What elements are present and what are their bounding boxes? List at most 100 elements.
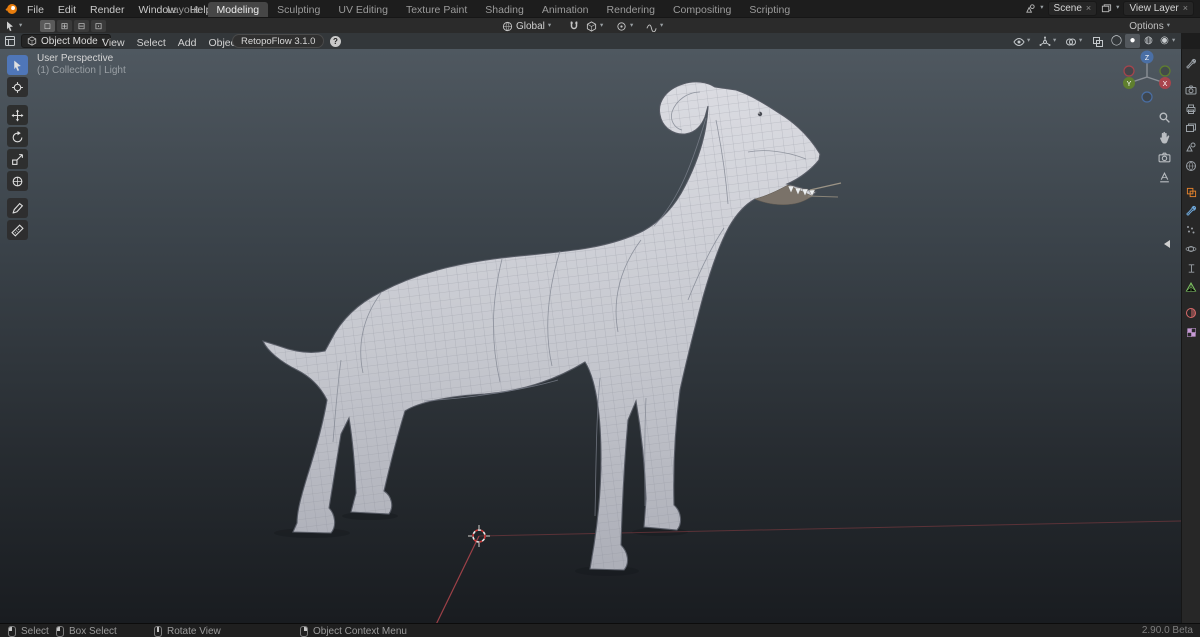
snap-target-icon (587, 21, 595, 30)
workspace-tabs: Layout Modeling Sculpting UV Editing Texture… (158, 0, 799, 19)
tool-rotate[interactable] (7, 127, 28, 147)
active-tool-dropdown[interactable]: ▾ (4, 19, 22, 33)
tool-move[interactable] (7, 105, 28, 125)
retopoflow-label: RetopoFlow 3.1.0 (241, 35, 316, 47)
transform-orientation-dropdown[interactable]: Global ▾ (502, 19, 551, 33)
3d-viewport[interactable] (0, 49, 1181, 623)
magnet-icon (571, 22, 578, 29)
top-menu-bar: File Edit Render Window Help Layout Modeling S… (0, 0, 1200, 19)
viewport-menus: View Select Add Object (96, 33, 245, 51)
world-globe-icon (1187, 162, 1196, 171)
options-chevron-icon: ▾ (1166, 21, 1170, 29)
perspective-toggle-button[interactable] (1157, 170, 1172, 185)
axis-z-negative[interactable] (1141, 91, 1153, 103)
gizmos-toggle[interactable] (1038, 35, 1051, 48)
select-mode-intersect-button[interactable]: ⊡ (91, 20, 106, 32)
scene-icon[interactable] (1025, 3, 1036, 14)
scene-selector[interactable]: Scene × (1047, 1, 1098, 16)
gizmos-chevron-icon[interactable]: ▾ (1053, 37, 1056, 45)
properties-tab-particles[interactable] (1184, 223, 1198, 237)
view-layer-browse-chevron-icon[interactable]: ▾ (1116, 5, 1119, 12)
camera-icon (1159, 153, 1170, 162)
snap-toggle-button[interactable] (568, 19, 580, 33)
tool-annotate[interactable] (7, 198, 28, 218)
orientation-chevron-icon: ▾ (547, 21, 552, 29)
axis-x-negative[interactable] (1123, 65, 1135, 77)
magnifier-icon (1160, 113, 1169, 122)
camera-view-button[interactable] (1157, 150, 1172, 165)
falloff-dropdown[interactable]: ▾ (646, 19, 663, 33)
shading-wireframe-button[interactable]: ◯ (1109, 34, 1124, 48)
svg-text:Z: Z (1145, 55, 1150, 62)
select-mode-extend-button[interactable]: ⊞ (57, 20, 72, 32)
pan-button[interactable] (1157, 130, 1172, 145)
options-dropdown[interactable]: Options ▾ (1129, 19, 1170, 33)
select-arrow-icon (11, 59, 24, 72)
physics-orbit-icon (1186, 247, 1196, 252)
menu-view[interactable]: View (96, 35, 131, 51)
shading-chevron-icon[interactable]: ▾ (1172, 37, 1175, 45)
tool-cursor[interactable] (7, 77, 28, 97)
tool-scale[interactable] (7, 149, 28, 169)
view-layer-unlink-icon[interactable]: × (1183, 4, 1188, 13)
object-visibility-dropdown[interactable] (1012, 35, 1025, 48)
printer-icon (1187, 105, 1195, 114)
overlays-toggle[interactable] (1064, 35, 1077, 48)
properties-tab-scene[interactable] (1184, 140, 1198, 154)
xray-toggle[interactable] (1091, 35, 1104, 48)
gizmo-icon (1039, 36, 1050, 46)
navigation-gizmo[interactable]: Z X Y (1116, 46, 1178, 108)
properties-tab-physics[interactable] (1184, 242, 1198, 256)
select-mode-subtract-button[interactable]: ⊟ (74, 20, 89, 32)
collection-overlay: (1) Collection | Light (37, 65, 126, 76)
shading-solid-button[interactable]: ● (1125, 34, 1140, 48)
properties-tab-object-data[interactable] (1184, 280, 1198, 294)
properties-tab-view-layer[interactable] (1184, 121, 1198, 135)
proportional-edit-dropdown[interactable]: ▾ (616, 19, 633, 33)
tool-settings-bar: ▾ □ ⊞ ⊟ ⊡ Global ▾ ▾ ▾ ▾ Options ▾ (0, 17, 1200, 33)
tool-tweak-select[interactable] (7, 55, 28, 75)
hint-rotate-view-label: Rotate View (167, 625, 221, 637)
scene-browse-chevron-icon[interactable]: ▾ (1040, 5, 1043, 12)
tool-measure[interactable] (7, 220, 28, 240)
axis-y-negative[interactable] (1159, 65, 1171, 77)
sidebar-collapse-arrow[interactable] (1164, 240, 1170, 248)
properties-tab-object[interactable] (1184, 185, 1198, 199)
properties-tab-world[interactable] (1184, 159, 1198, 173)
properties-tab-texture[interactable] (1184, 325, 1198, 339)
layers-icon (1187, 124, 1196, 132)
object-mode-icon (28, 37, 36, 45)
scene-unlink-icon[interactable]: × (1086, 4, 1091, 13)
tool-transform[interactable] (7, 171, 28, 191)
blender-logo-icon[interactable] (5, 2, 18, 15)
properties-tab-output[interactable] (1184, 102, 1198, 116)
falloff-chevron-icon: ▾ (660, 21, 664, 29)
view-layer-icon[interactable] (1101, 3, 1112, 14)
menu-select[interactable]: Select (131, 35, 172, 51)
hint-context-menu-label: Object Context Menu (313, 625, 407, 637)
menu-add[interactable]: Add (172, 35, 203, 51)
view-layer-selector[interactable]: View Layer × (1123, 1, 1194, 16)
properties-tab-tool[interactable] (1184, 57, 1198, 71)
texture-checker-icon (1187, 328, 1195, 336)
retopoflow-help-icon[interactable]: ? (330, 36, 341, 47)
hand-icon (1160, 132, 1169, 144)
left-mouse-drag-icon (56, 625, 64, 637)
properties-tab-constraints[interactable] (1184, 261, 1198, 275)
svg-text:Y: Y (1127, 81, 1132, 88)
shading-rendered-button[interactable]: ◉ (1157, 34, 1172, 48)
select-mode-set-button[interactable]: □ (40, 20, 55, 32)
shading-material-button[interactable]: ◍ (1141, 34, 1156, 48)
properties-tab-modifiers[interactable] (1184, 204, 1198, 218)
snap-target-dropdown[interactable]: ▾ (586, 19, 603, 33)
editor-type-button[interactable] (4, 35, 16, 47)
properties-tab-material[interactable] (1184, 306, 1198, 320)
properties-tab-render[interactable] (1184, 83, 1198, 97)
topbar-right: ▾ Scene × ▾ View Layer × (1025, 1, 1194, 16)
mode-label: Object Mode (41, 35, 98, 47)
visibility-chevron-icon[interactable]: ▾ (1027, 37, 1030, 45)
overlays-chevron-icon[interactable]: ▾ (1079, 37, 1082, 45)
zoom-button[interactable] (1157, 110, 1172, 125)
overlays-icon (1066, 39, 1075, 45)
retopoflow-button[interactable]: RetopoFlow 3.1.0 (232, 34, 325, 48)
